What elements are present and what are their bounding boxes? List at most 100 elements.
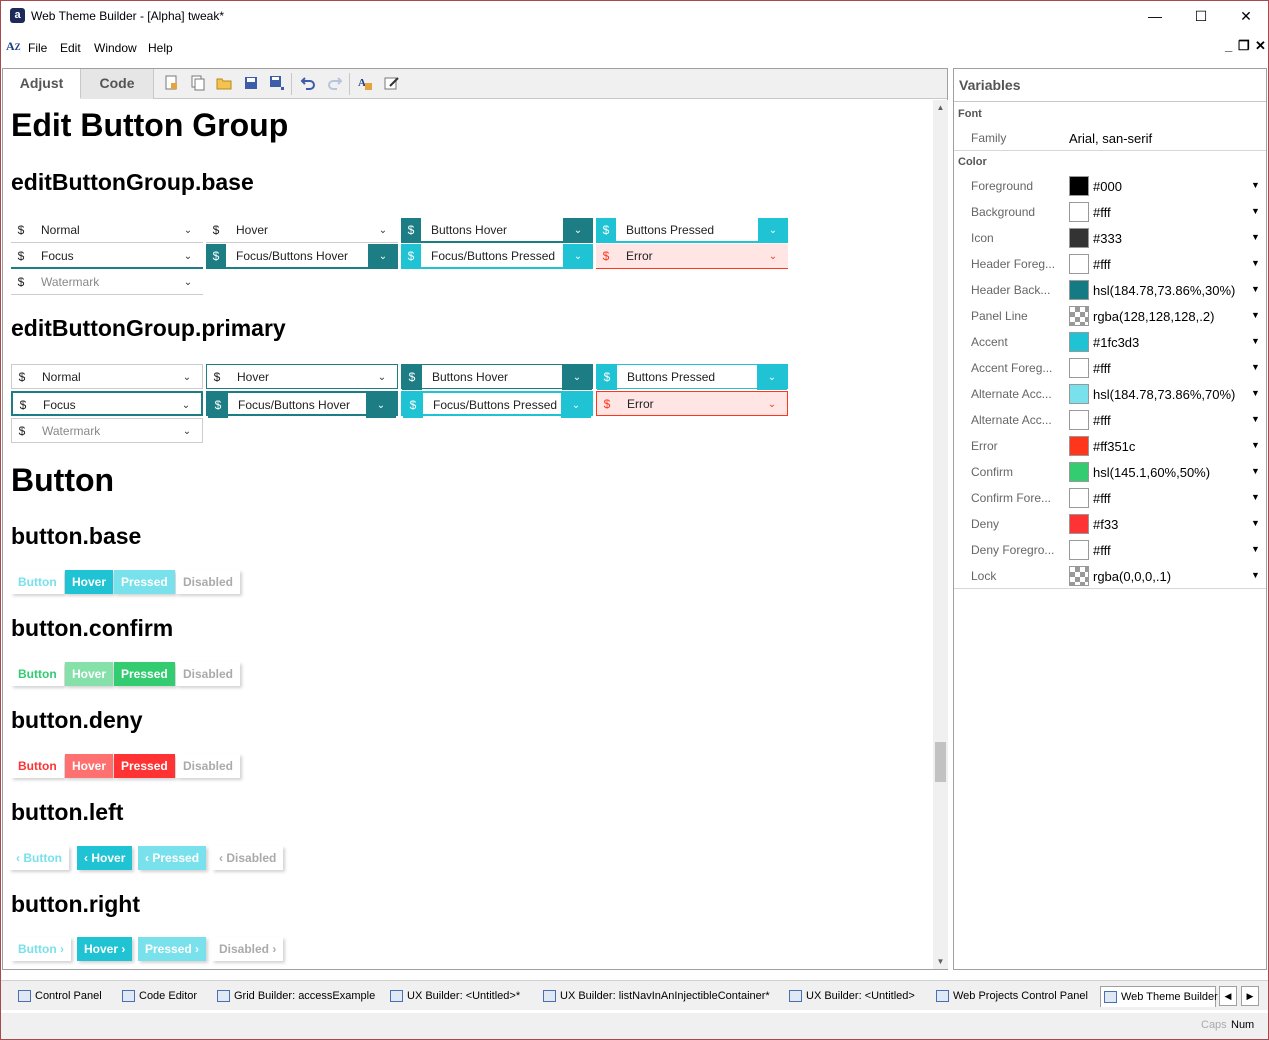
variable-value[interactable]: #fff	[1093, 543, 1111, 558]
menu-file[interactable]: File	[28, 41, 47, 55]
dropdown-arrow-icon[interactable]: ▼	[1251, 180, 1260, 190]
dropdown-arrow-icon[interactable]: ▼	[1251, 466, 1260, 476]
color-swatch[interactable]	[1069, 254, 1089, 274]
menu-help[interactable]: Help	[148, 41, 173, 55]
variable-value[interactable]: rgba(0,0,0,.1)	[1093, 569, 1171, 584]
doc-tab-ux-builder-untitled[interactable]: UX Builder: <Untitled>	[786, 986, 915, 1007]
chevron-down-icon[interactable]: ⌄	[757, 392, 787, 417]
doc-tab-code-editor[interactable]: Code Editor	[119, 986, 197, 1007]
variable-row-color[interactable]: Confirm Fore... #fff ▼	[954, 485, 1266, 511]
save-icon[interactable]	[243, 75, 259, 91]
save-all-icon[interactable]	[269, 75, 285, 91]
chevron-down-icon[interactable]: ⌄	[368, 244, 398, 269]
tab-adjust[interactable]: Adjust	[3, 69, 81, 99]
variable-value[interactable]: #fff	[1093, 257, 1111, 272]
button-confirm-normal[interactable]: Button	[11, 662, 64, 686]
new-document-icon[interactable]	[163, 75, 179, 91]
menu-edit[interactable]: Edit	[60, 41, 81, 55]
redo-icon[interactable]	[327, 75, 343, 91]
variable-value[interactable]: rgba(128,128,128,.2)	[1093, 309, 1214, 324]
color-swatch[interactable]	[1069, 280, 1089, 300]
edit-field-buttons-pressed[interactable]: $ Buttons Pressed ⌄	[596, 364, 788, 390]
variable-row-color[interactable]: Background #fff ▼	[954, 199, 1266, 225]
close-button[interactable]: ✕	[1223, 1, 1268, 32]
dropdown-arrow-icon[interactable]: ▼	[1251, 518, 1260, 528]
chevron-down-icon[interactable]: ⌄	[758, 218, 788, 243]
variable-value[interactable]: #000	[1093, 179, 1122, 194]
color-swatch[interactable]	[1069, 306, 1089, 326]
maximize-button[interactable]: ☐	[1178, 1, 1224, 32]
variable-row-color[interactable]: Lock rgba(0,0,0,.1) ▼	[954, 563, 1266, 589]
color-swatch[interactable]	[1069, 514, 1089, 534]
chevron-down-icon[interactable]: ⌄	[562, 365, 592, 390]
variable-row-color[interactable]: Error #ff351c ▼	[954, 433, 1266, 459]
mdi-restore-button[interactable]: ❐	[1238, 38, 1250, 54]
doc-tab-grid-builder[interactable]: Grid Builder: accessExample	[214, 986, 375, 1007]
undo-icon[interactable]	[300, 75, 316, 91]
button-deny-hover[interactable]: Hover	[65, 754, 114, 778]
chevron-down-icon[interactable]: ⌄	[563, 218, 593, 243]
dropdown-arrow-icon[interactable]: ▼	[1251, 440, 1260, 450]
dropdown-arrow-icon[interactable]: ▼	[1251, 336, 1260, 346]
chevron-down-icon[interactable]: ⌄	[368, 218, 398, 243]
color-swatch[interactable]	[1069, 540, 1089, 560]
variable-row-color[interactable]: Accent #1fc3d3 ▼	[954, 329, 1266, 355]
button-base-pressed[interactable]: Pressed	[114, 570, 175, 594]
dropdown-arrow-icon[interactable]: ▼	[1251, 284, 1260, 294]
edit-field-focus-buttons-hover[interactable]: $ Focus/Buttons Hover ⌄	[206, 244, 398, 269]
color-swatch[interactable]	[1069, 384, 1089, 404]
menu-window[interactable]: Window	[94, 41, 137, 55]
color-swatch[interactable]	[1069, 488, 1089, 508]
open-folder-icon[interactable]	[216, 75, 232, 91]
button-confirm-hover[interactable]: Hover	[65, 662, 114, 686]
dropdown-arrow-icon[interactable]: ▼	[1251, 310, 1260, 320]
edit-field-buttons-hover[interactable]: $ Buttons Hover ⌄	[401, 364, 593, 390]
chevron-down-icon[interactable]: ⌄	[563, 244, 593, 269]
dropdown-arrow-icon[interactable]: ▼	[1251, 258, 1260, 268]
variable-row-color[interactable]: Panel Line rgba(128,128,128,.2) ▼	[954, 303, 1266, 329]
edit-field-focus-buttons-pressed[interactable]: $ Focus/Buttons Pressed ⌄	[401, 391, 593, 418]
button-right-pressed[interactable]: Pressed ›	[138, 937, 207, 961]
button-left-normal[interactable]: ‹ Button	[9, 846, 69, 870]
dropdown-arrow-icon[interactable]: ▼	[1251, 570, 1260, 580]
tab-code[interactable]: Code	[81, 69, 154, 99]
variable-value[interactable]: #fff	[1093, 491, 1111, 506]
edit-field-hover[interactable]: $ Hover ⌄	[206, 364, 398, 389]
variable-value[interactable]: hsl(184.78,73.86%,70%)	[1093, 387, 1235, 402]
chevron-down-icon[interactable]: ⌄	[367, 365, 397, 390]
chevron-down-icon[interactable]: ⌄	[173, 218, 203, 243]
chevron-down-icon[interactable]: ⌄	[758, 244, 788, 269]
variable-row-color[interactable]: Deny #f33 ▼	[954, 511, 1266, 537]
button-right-normal[interactable]: Button ›	[11, 937, 71, 961]
variable-row-color[interactable]: Deny Foregro... #fff ▼	[954, 537, 1266, 563]
edit-field-error[interactable]: $ Error ⌄	[596, 244, 788, 269]
edit-field-buttons-hover[interactable]: $ Buttons Hover ⌄	[401, 218, 593, 243]
color-swatch[interactable]	[1069, 358, 1089, 378]
dropdown-arrow-icon[interactable]: ▼	[1251, 544, 1260, 554]
variable-value[interactable]: #f33	[1093, 517, 1118, 532]
color-swatch[interactable]	[1069, 436, 1089, 456]
edit-field-buttons-pressed[interactable]: $ Buttons Pressed ⌄	[596, 218, 788, 243]
variable-value[interactable]: #ff351c	[1093, 439, 1135, 454]
button-deny-normal[interactable]: Button	[11, 754, 64, 778]
edit-field-error[interactable]: $ Error ⌄	[596, 391, 788, 416]
dropdown-arrow-icon[interactable]: ▼	[1251, 362, 1260, 372]
chevron-down-icon[interactable]: ⌄	[171, 393, 201, 418]
color-swatch[interactable]	[1069, 228, 1089, 248]
edit-field-focus[interactable]: $ Focus ⌄	[11, 244, 203, 269]
button-base-hover[interactable]: Hover	[65, 570, 114, 594]
doc-tab-ux-builder-untitled-modified[interactable]: UX Builder: <Untitled>*	[387, 986, 520, 1007]
color-swatch[interactable]	[1069, 332, 1089, 352]
variable-value[interactable]: #fff	[1093, 361, 1111, 376]
variable-row-color[interactable]: Header Foreg... #fff ▼	[954, 251, 1266, 277]
variable-value[interactable]: #333	[1093, 231, 1122, 246]
scroll-thumb[interactable]	[935, 742, 946, 782]
variable-value[interactable]: #fff	[1093, 413, 1111, 428]
variable-value[interactable]: #1fc3d3	[1093, 335, 1139, 350]
button-left-hover[interactable]: ‹ Hover	[77, 846, 133, 870]
button-confirm-pressed[interactable]: Pressed	[114, 662, 175, 686]
dropdown-arrow-icon[interactable]: ▼	[1251, 206, 1260, 216]
button-deny-pressed[interactable]: Pressed	[114, 754, 175, 778]
edit-field-normal[interactable]: $ Normal ⌄	[11, 364, 203, 389]
chevron-down-icon[interactable]: ⌄	[172, 365, 202, 390]
